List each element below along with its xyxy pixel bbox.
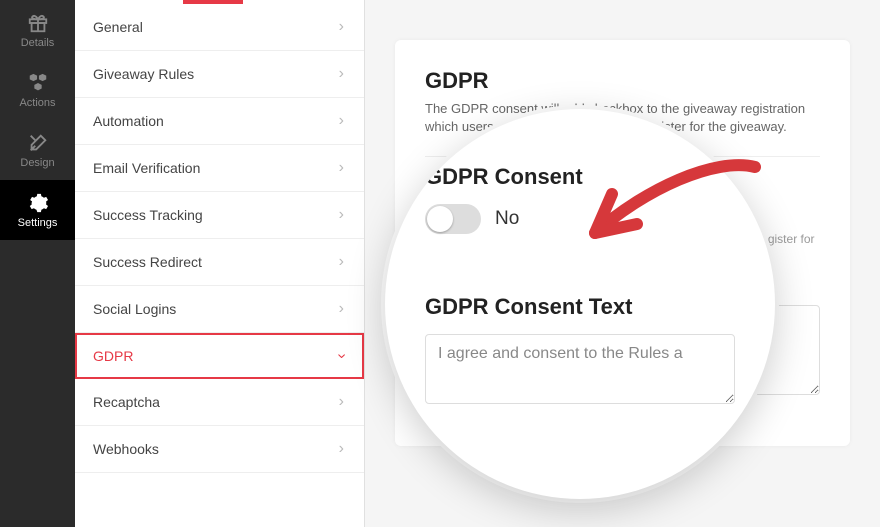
sidebar-item-success-tracking[interactable]: Success Tracking› — [75, 192, 364, 239]
separator — [425, 156, 820, 157]
sidebar-item-giveaway-rules[interactable]: Giveaway Rules› — [75, 51, 364, 98]
sidebar-item-email-verification[interactable]: Email Verification› — [75, 145, 364, 192]
left-nav: Details Actions Design Settings — [0, 0, 75, 527]
content-area: GDPR The GDPR consent will add checkbox … — [365, 0, 880, 527]
cubes-icon — [26, 71, 50, 95]
settings-sidebar: General› Giveaway Rules› Automation› Ema… — [75, 0, 365, 527]
page-description: The GDPR consent will add checkbox to th… — [425, 100, 820, 136]
consent-help: When enabled, users will be required to … — [425, 232, 820, 260]
sidebar-item-webhooks[interactable]: Webhooks› — [75, 426, 364, 473]
nav-label: Settings — [18, 217, 58, 229]
chevron-right-icon: › — [339, 112, 344, 130]
gear-icon — [26, 191, 50, 215]
chevron-right-icon: › — [339, 159, 344, 177]
sidebar-item-success-redirect[interactable]: Success Redirect› — [75, 239, 364, 286]
nav-label: Design — [20, 157, 54, 169]
nav-label: Details — [21, 37, 55, 49]
nav-settings[interactable]: Settings — [0, 180, 75, 240]
chevron-right-icon: › — [339, 65, 344, 83]
consent-text-label: GDPR Consent Text — [425, 278, 820, 295]
sidebar-item-recaptcha[interactable]: Recaptcha› — [75, 379, 364, 426]
gift-icon — [26, 11, 50, 35]
sidebar-item-social-logins[interactable]: Social Logins› — [75, 286, 364, 333]
chevron-right-icon: › — [339, 440, 344, 458]
consent-text-input[interactable] — [425, 305, 820, 395]
chevron-right-icon: › — [339, 253, 344, 271]
chevron-right-icon: › — [339, 206, 344, 224]
consent-label: GDPR Consent — [425, 175, 820, 192]
page-title: GDPR — [425, 68, 820, 94]
nav-design[interactable]: Design — [0, 120, 75, 180]
chevron-down-icon: › — [332, 353, 350, 358]
nav-details[interactable]: Details — [0, 0, 75, 60]
sidebar-item-general[interactable]: General› — [75, 4, 364, 51]
consent-toggle[interactable] — [425, 202, 465, 224]
chevron-right-icon: › — [339, 393, 344, 411]
gdpr-panel: GDPR The GDPR consent will add checkbox … — [395, 40, 850, 446]
nav-label: Actions — [19, 97, 55, 109]
nav-actions[interactable]: Actions — [0, 60, 75, 120]
chevron-right-icon: › — [339, 18, 344, 36]
sidebar-item-automation[interactable]: Automation› — [75, 98, 364, 145]
sidebar-item-gdpr[interactable]: GDPR› — [75, 333, 364, 379]
consent-value: No — [475, 205, 493, 221]
chevron-right-icon: › — [339, 300, 344, 318]
design-icon — [26, 131, 50, 155]
html-hint: HTML Allowed — [425, 406, 820, 418]
